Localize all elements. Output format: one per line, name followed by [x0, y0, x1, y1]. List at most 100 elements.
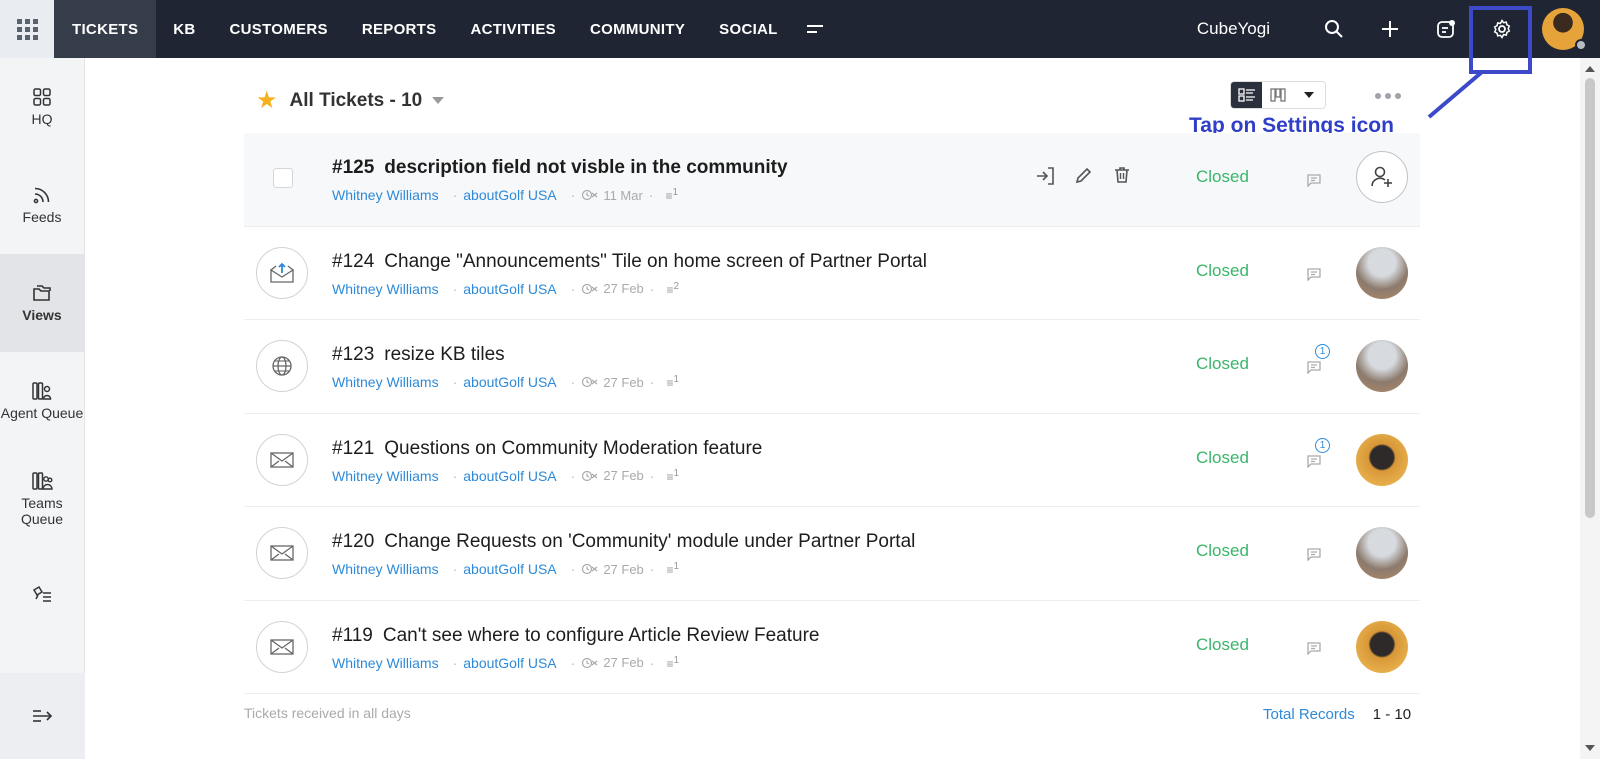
ticket-row[interactable]: #121 Questions on Community Moderation fe… — [244, 414, 1420, 507]
select-checkbox[interactable] — [273, 168, 293, 188]
contact-link[interactable]: Whitney Williams — [332, 655, 439, 671]
comment-icon-wrap[interactable] — [1306, 547, 1322, 566]
status-label[interactable]: Closed — [1196, 541, 1249, 561]
status-label[interactable]: Closed — [1196, 354, 1249, 374]
view-selector[interactable]: ★ All Tickets - 10 — [256, 86, 445, 115]
trash-icon[interactable] — [1112, 165, 1132, 185]
ticket-row[interactable]: #120 Change Requests on 'Community' modul… — [244, 507, 1420, 601]
scroll-down-icon[interactable] — [1585, 745, 1595, 751]
assignee-avatar[interactable] — [1356, 620, 1408, 673]
tab-community[interactable]: COMMUNITY — [573, 0, 702, 58]
scroll-up-icon[interactable] — [1585, 66, 1595, 72]
more-options-button[interactable] — [1375, 93, 1401, 99]
status-label[interactable]: Closed — [1196, 261, 1249, 281]
ticket-title[interactable]: #123 resize KB tiles — [332, 344, 505, 366]
status-label[interactable]: Closed — [1196, 448, 1249, 468]
contact-link[interactable]: Whitney Williams — [332, 281, 439, 297]
separator-dot: · — [452, 280, 458, 297]
record-range[interactable]: 1 - 10 — [1373, 706, 1411, 723]
tab-tickets[interactable]: TICKETS — [54, 0, 157, 58]
list-filter-note: Tickets received in all days — [244, 705, 411, 721]
notifications-button[interactable] — [1418, 0, 1474, 58]
comment-count-badge: 1 — [1315, 437, 1330, 453]
status-label[interactable]: Closed — [1196, 167, 1249, 187]
plus-icon — [1382, 21, 1398, 37]
assignee-avatar[interactable] — [1356, 433, 1408, 486]
ticket-row[interactable]: #125 description field not visble in the … — [244, 133, 1420, 227]
comment-icon-wrap[interactable] — [1306, 454, 1322, 473]
ticket-title[interactable]: #125 description field not visble in the … — [332, 157, 788, 179]
contact-link[interactable]: Whitney Williams — [332, 374, 439, 390]
star-icon[interactable]: ★ — [256, 86, 278, 115]
ticket-title[interactable]: #119 Can't see where to configure Article… — [332, 625, 819, 647]
sidebar-item-views[interactable]: Views — [0, 254, 84, 352]
ticket-date: 27 Feb — [603, 468, 644, 483]
view-options-dropdown[interactable] — [1294, 82, 1325, 108]
sidebar-item-label: Agent Queue — [0, 405, 84, 421]
account-link[interactable]: aboutGolf USA — [463, 374, 556, 390]
vertical-scrollbar[interactable] — [1580, 58, 1600, 759]
sidebar-item-hq[interactable]: HQ — [0, 58, 84, 156]
comment-icon-wrap[interactable] — [1306, 641, 1322, 660]
move-icon[interactable] — [1034, 165, 1056, 187]
comment-icon — [1307, 174, 1321, 188]
org-name[interactable]: CubeYogi — [1197, 19, 1270, 39]
sidebar-item-agent-queue[interactable]: Agent Queue — [0, 352, 84, 450]
kanban-view-button[interactable] — [1262, 82, 1293, 108]
sidebar-item-teams-queue[interactable]: Teams Queue — [0, 450, 84, 548]
account-link[interactable]: aboutGolf USA — [463, 561, 556, 577]
ticket-meta: Whitney Williams · aboutGolf USA · 27 Fe… — [332, 468, 679, 484]
scroll-thumb[interactable] — [1585, 78, 1595, 518]
ticket-title[interactable]: #120 Change Requests on 'Community' modul… — [332, 531, 915, 553]
total-records-link[interactable]: Total Records — [1263, 706, 1355, 723]
account-link[interactable]: aboutGolf USA — [463, 187, 556, 203]
account-link[interactable]: aboutGolf USA — [463, 468, 556, 484]
tab-customers[interactable]: CUSTOMERS — [213, 0, 345, 58]
add-new-button[interactable] — [1362, 0, 1418, 58]
more-modules-button[interactable] — [795, 0, 835, 58]
sidebar-item-feeds[interactable]: Feeds — [0, 156, 84, 254]
email-out-icon — [270, 262, 294, 283]
channel-badge — [256, 433, 308, 486]
assignee-avatar[interactable] — [1356, 527, 1408, 579]
teams-queue-icon — [32, 472, 53, 490]
due-clock-icon — [582, 283, 598, 294]
ticket-row[interactable]: #119 Can't see where to configure Article… — [244, 601, 1420, 694]
list-view-button[interactable] — [1231, 82, 1263, 108]
comment-icon-wrap[interactable] — [1306, 267, 1322, 286]
apps-grid-button[interactable] — [0, 0, 54, 58]
search-icon — [1325, 20, 1343, 38]
contact-link[interactable]: Whitney Williams — [332, 561, 439, 577]
row-actions — [1034, 165, 1132, 187]
ticket-row[interactable]: #123 resize KB tiles Whitney Williams · a… — [244, 320, 1420, 414]
ticket-title[interactable]: #121 Questions on Community Moderation fe… — [332, 438, 762, 460]
contact-link[interactable]: Whitney Williams — [332, 468, 439, 484]
user-avatar[interactable] — [1542, 8, 1587, 51]
comment-icon-wrap[interactable] — [1306, 173, 1322, 192]
ticket-subject: Questions on Community Moderation featur… — [384, 437, 763, 459]
agent-queue-icon — [32, 382, 52, 400]
account-link[interactable]: aboutGolf USA — [463, 655, 556, 671]
assign-agent-button[interactable] — [1356, 151, 1408, 203]
sidebar-item-tags[interactable] — [0, 548, 84, 646]
edit-pencil-icon[interactable] — [1074, 165, 1094, 185]
ticket-title[interactable]: #124 Change "Announcements" Tile on home … — [332, 251, 927, 273]
assignee-avatar[interactable] — [1356, 246, 1408, 299]
contact-link[interactable]: Whitney Williams — [332, 187, 439, 203]
search-button[interactable] — [1306, 0, 1362, 58]
tab-kb[interactable]: KB — [156, 0, 212, 58]
thread-count: ≡2 — [666, 280, 680, 297]
assignee-avatar[interactable] — [1356, 340, 1408, 392]
ticket-row[interactable]: #124 Change "Announcements" Tile on home … — [244, 227, 1420, 320]
tab-reports[interactable]: REPORTS — [345, 0, 454, 58]
separator-dot: · — [649, 374, 655, 390]
status-label[interactable]: Closed — [1196, 635, 1249, 655]
tab-social[interactable]: SOCIAL — [702, 0, 794, 58]
expand-sidebar-button[interactable] — [0, 673, 85, 759]
tab-activities[interactable]: ACTIVITIES — [453, 0, 573, 58]
presence-status-dot — [1575, 39, 1587, 51]
comment-icon — [1307, 267, 1321, 282]
notification-icon — [1437, 20, 1455, 38]
account-link[interactable]: aboutGolf USA — [463, 281, 556, 297]
comment-icon-wrap[interactable] — [1306, 360, 1322, 379]
